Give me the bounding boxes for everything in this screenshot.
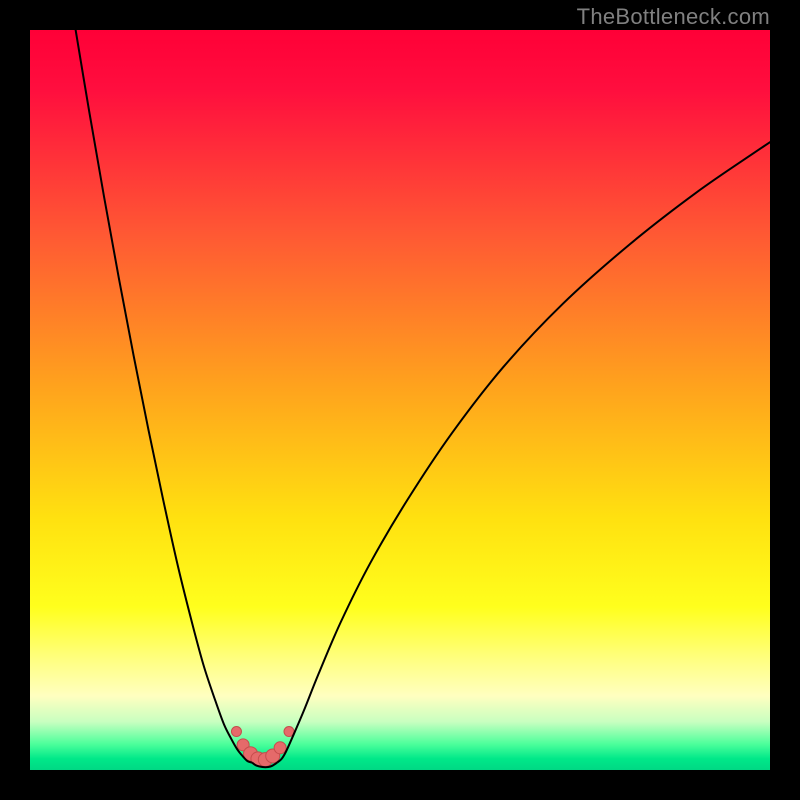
valley-dot [231, 727, 241, 737]
curve-right-branch [277, 137, 770, 762]
chart-stage: TheBottleneck.com [0, 0, 800, 800]
valley-dot [274, 742, 286, 754]
curve-left-branch [74, 30, 252, 763]
attribution-text: TheBottleneck.com [577, 4, 770, 30]
curve-layer [30, 30, 770, 770]
valley-dots [231, 727, 294, 767]
plot-area [30, 30, 770, 770]
